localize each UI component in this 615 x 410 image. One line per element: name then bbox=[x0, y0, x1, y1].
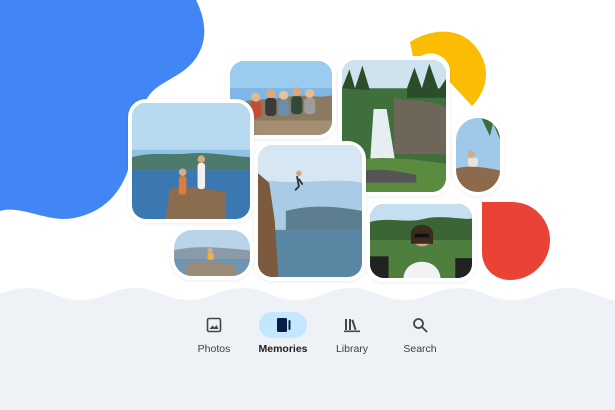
nav-item-library[interactable]: Library bbox=[317, 312, 387, 362]
bottom-navigation-bar: Photos Memories Library Search bbox=[0, 300, 615, 410]
nav-pill-active bbox=[259, 312, 307, 338]
couple-at-lake-photo[interactable] bbox=[128, 99, 254, 223]
cliff-jump-photo[interactable] bbox=[254, 141, 366, 281]
nav-label-memories: Memories bbox=[258, 343, 308, 355]
nav-label-photos: Photos bbox=[197, 343, 231, 355]
woman-smiling-photo[interactable] bbox=[366, 200, 476, 282]
red-shape bbox=[482, 202, 550, 280]
nav-pill bbox=[190, 312, 238, 338]
nav-item-photos[interactable]: Photos bbox=[179, 312, 249, 362]
nav-pill bbox=[328, 312, 376, 338]
nav-item-memories[interactable]: Memories bbox=[248, 312, 318, 362]
nav-pill bbox=[396, 312, 444, 338]
person-sitting-photo[interactable] bbox=[452, 114, 504, 196]
photo-icon bbox=[206, 317, 222, 333]
nav-label-library: Library bbox=[335, 343, 369, 355]
nav-item-search[interactable]: Search bbox=[385, 312, 455, 362]
search-icon bbox=[413, 318, 428, 333]
library-icon bbox=[344, 319, 360, 333]
memories-promo-stage: Photos Memories Library Search bbox=[0, 0, 615, 410]
person-on-rock-photo[interactable] bbox=[170, 226, 254, 280]
nav-label-search: Search bbox=[403, 343, 437, 355]
memories-icon bbox=[277, 318, 291, 332]
